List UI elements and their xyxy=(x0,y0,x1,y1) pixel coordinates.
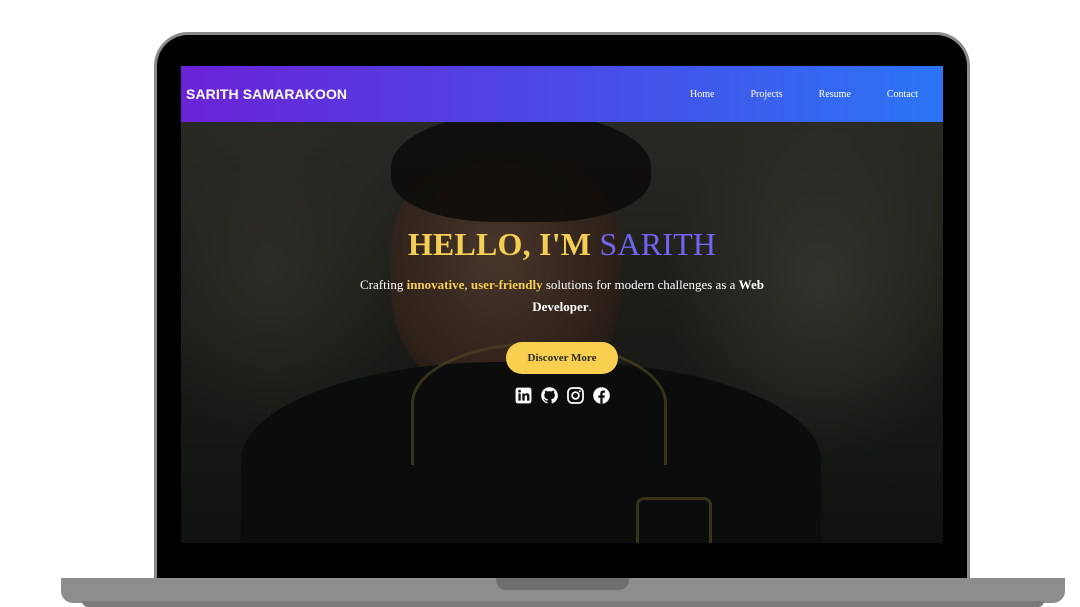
headline-greeting: HELLO, I'M xyxy=(407,226,600,262)
headline-name: SARITH xyxy=(599,226,717,262)
github-icon[interactable] xyxy=(540,386,559,405)
hero-tagline: Crafting innovative, user-friendly solut… xyxy=(332,274,792,318)
linkedin-icon[interactable] xyxy=(514,386,533,405)
nav-links: Home Projects Resume Contact xyxy=(690,66,918,122)
tagline-highlight-user-friendly: user-friendly xyxy=(470,277,543,292)
nav-link-projects[interactable]: Projects xyxy=(750,89,782,100)
facebook-icon[interactable] xyxy=(592,386,611,405)
site-brand[interactable]: SARITH SAMARAKOON xyxy=(186,86,347,102)
tagline-highlight-innovative: innovative xyxy=(406,277,465,292)
nav-link-resume[interactable]: Resume xyxy=(819,89,851,100)
instagram-icon[interactable] xyxy=(566,386,585,405)
laptop-screen: SARITH SAMARAKOON Home Projects Resume C… xyxy=(181,66,943,543)
navbar: SARITH SAMARAKOON Home Projects Resume C… xyxy=(181,66,943,122)
nav-link-contact[interactable]: Contact xyxy=(887,89,918,100)
tagline-end: . xyxy=(588,299,592,314)
nav-link-home[interactable]: Home xyxy=(690,89,714,100)
tagline-part2: solutions for modern challenges as a xyxy=(542,277,739,292)
laptop-base-shadow xyxy=(82,601,1044,607)
tagline-part1: Crafting xyxy=(360,277,407,292)
social-links xyxy=(181,386,943,405)
laptop-notch xyxy=(496,578,629,590)
hero-content: HELLO, I'M SARITH Crafting innovative, u… xyxy=(181,224,943,405)
hero-headline: HELLO, I'M SARITH xyxy=(181,224,943,264)
discover-more-button[interactable]: Discover More xyxy=(506,342,618,374)
